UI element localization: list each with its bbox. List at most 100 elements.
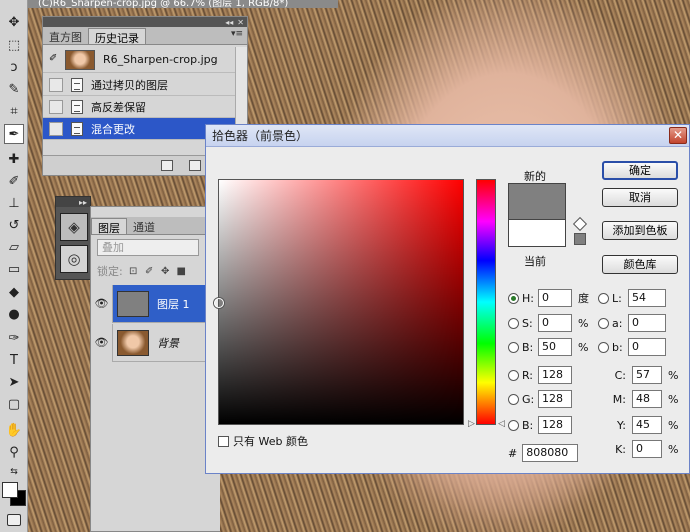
saturation-input[interactable]: 0 [538,314,572,332]
tab-layers[interactable]: 图层 [91,218,127,235]
shape-tool-icon[interactable]: ▢ [4,394,24,414]
cyan-input[interactable]: 57 [632,366,662,384]
panel-menu-icon[interactable]: ▾≡ [231,29,243,39]
expand-icon[interactable]: ▸▸ [79,198,87,207]
layer-row[interactable]: 👁 图层 1 [91,284,221,323]
lab-b-radio[interactable] [598,341,609,353]
camera-snapshot-icon[interactable] [189,160,201,171]
history-tabbar: 直方图 历史记录 ▾≡ [43,27,247,45]
swap-colors-icon[interactable]: ⇆ [4,462,24,482]
hex-input[interactable]: 808080 [522,444,579,462]
lab-l-radio[interactable] [598,292,609,304]
collapse-icon[interactable]: ◂◂ [225,18,233,27]
lab-a-radio[interactable] [598,317,609,329]
slider-arrow-right-icon[interactable]: ◁ [498,419,505,429]
color-libraries-button[interactable]: 颜色库 [602,255,678,274]
history-state-icon [71,121,83,136]
history-source-checkbox[interactable] [49,99,63,114]
eye-icon[interactable]: 👁 [91,284,113,323]
layers-stack-icon[interactable]: ◈ [60,213,88,241]
slider-arrow-left-icon[interactable]: ▷ [468,419,475,429]
blend-mode-select[interactable]: 叠加 [97,239,199,256]
magenta-input[interactable]: 48 [632,390,662,408]
close-button[interactable]: ✕ [669,127,687,144]
tab-histogram[interactable]: 直方图 [43,28,88,44]
gamut-cube-icon[interactable] [572,216,588,232]
hand-tool-icon[interactable]: ✋ [4,420,24,440]
blur-tool-icon[interactable]: ◆ [4,282,24,302]
brush-source-icon[interactable]: ✐ [49,53,63,67]
history-snapshot[interactable]: ✐ R6_Sharpen-crop.jpg [43,47,235,73]
type-tool-icon[interactable]: T [4,350,24,370]
lock-pixels-icon[interactable]: ✐ [144,266,155,277]
lab-b-input[interactable]: 0 [628,338,666,356]
history-brush-tool-icon[interactable]: ↺ [4,215,24,235]
blue-radio[interactable] [508,419,519,431]
magenta-label: M: [612,392,626,406]
gradient-tool-icon[interactable]: ▭ [4,259,24,279]
red-input[interactable]: 128 [538,366,572,384]
layer-row[interactable]: 👁 背景 [91,323,221,362]
color-field[interactable] [214,179,464,425]
tab-channels[interactable]: 通道 [127,218,161,234]
blue-input[interactable]: 128 [538,416,572,434]
healing-brush-tool-icon[interactable]: ✚ [4,149,24,169]
web-colors-only[interactable]: 只有 Web 颜色 [218,433,308,449]
hue-input[interactable]: 0 [538,289,572,307]
history-item[interactable]: 高反差保留 [43,96,235,118]
hue-slider[interactable] [476,179,496,425]
history-source-checkbox[interactable] [49,121,63,136]
channels-icon[interactable]: ◎ [60,245,88,273]
hex-field-row: # 808080 [508,444,579,462]
web-colors-checkbox[interactable] [218,435,229,447]
tab-history[interactable]: 历史记录 [88,28,146,45]
websafe-swatch-icon[interactable] [574,233,586,245]
history-item[interactable]: 通过拷贝的图层 [43,74,235,96]
add-to-swatches-button[interactable]: 添加到色板 [602,221,678,240]
black-input[interactable]: 0 [632,440,662,458]
green-radio[interactable] [508,393,519,405]
new-document-from-state-icon[interactable] [161,160,173,171]
clone-stamp-tool-icon[interactable]: ⊥ [4,193,24,213]
lock-position-icon[interactable]: ✥ [160,266,171,277]
eraser-tool-icon[interactable]: ▱ [4,237,24,257]
eye-icon[interactable]: 👁 [91,323,113,362]
brightness-radio[interactable] [508,341,519,353]
saturation-radio[interactable] [508,317,519,329]
brush-tool-icon[interactable]: ✐ [4,171,24,191]
path-select-tool-icon[interactable]: ➤ [4,372,24,392]
brightness-input[interactable]: 50 [538,338,572,356]
cancel-button[interactable]: 取消 [602,188,678,207]
color-field-marker[interactable] [214,298,224,308]
history-item-label: 混合更改 [91,122,135,136]
history-source-checkbox[interactable] [49,77,63,92]
close-icon[interactable]: ✕ [237,18,244,27]
lasso-tool-icon[interactable]: ↄ [4,57,24,77]
brightness-field-row: B: 50 % [508,337,592,357]
lock-all-icon[interactable]: ■ [176,266,187,277]
foreground-color-swatch[interactable] [2,482,18,498]
eyedropper-tool-icon[interactable]: ✒ [4,124,24,144]
dodge-tool-icon[interactable]: ● [4,304,24,324]
crop-tool-icon[interactable]: ⌗ [4,101,24,121]
red-radio[interactable] [508,369,519,381]
layer-name: 背景 [157,336,179,350]
blue-label: B: [522,418,534,432]
current-color-swatch[interactable] [508,219,566,247]
lab-l-input[interactable]: 54 [628,289,666,307]
zoom-tool-icon[interactable]: ⚲ [4,442,24,462]
ok-button[interactable]: 确定 [602,161,678,180]
yellow-input[interactable]: 45 [632,416,662,434]
hue-radio[interactable] [508,292,519,304]
pen-tool-icon[interactable]: ✑ [4,328,24,348]
lock-transparency-icon[interactable]: ⊡ [128,266,139,277]
marquee-tool-icon[interactable]: ⬚ [4,35,24,55]
lab-a-input[interactable]: 0 [628,314,666,332]
green-label: G: [522,392,535,406]
dock-topbar: ▸▸ [56,197,90,207]
quick-select-tool-icon[interactable]: ✎ [4,79,24,99]
green-input[interactable]: 128 [538,390,572,408]
panel-topbar: ◂◂ ✕ [43,17,247,27]
quick-mask-button[interactable] [7,514,21,526]
move-tool-icon[interactable]: ✥ [4,12,24,32]
